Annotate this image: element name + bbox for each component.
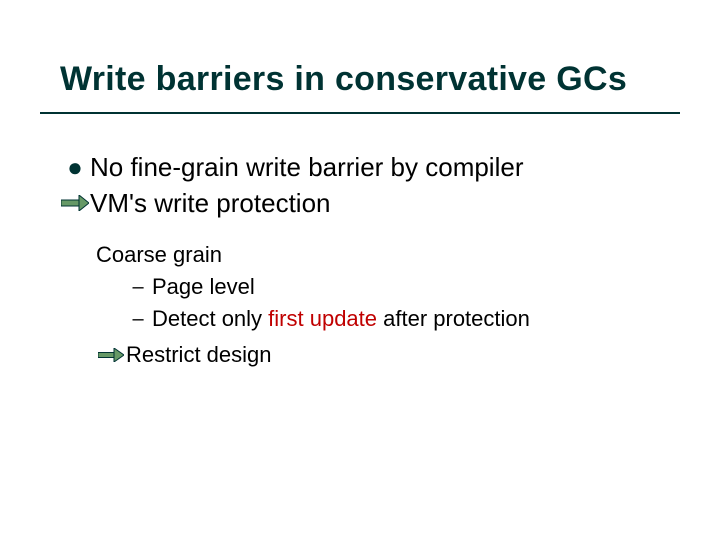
bullet-text: No fine-grain write barrier by compiler bbox=[90, 150, 523, 184]
bullet-line-1: ● No fine-grain write barrier by compile… bbox=[60, 150, 660, 184]
dash-text: Detect only first update after protectio… bbox=[152, 304, 530, 334]
highlight-text: first update bbox=[268, 306, 377, 331]
sub-line-1: Coarse grain bbox=[60, 240, 660, 270]
text-part: Detect only bbox=[152, 306, 268, 331]
dash-icon: – bbox=[124, 304, 152, 334]
arrow-icon bbox=[96, 340, 126, 370]
dash-line-2: – Detect only first update after protect… bbox=[60, 304, 660, 334]
arrow-line-1: VM's write protection bbox=[60, 186, 660, 220]
slide: Write barriers in conservative GCs ● No … bbox=[0, 0, 720, 540]
text-part: after protection bbox=[377, 306, 530, 331]
slide-content: ● No fine-grain write barrier by compile… bbox=[60, 150, 660, 372]
dash-line-1: – Page level bbox=[60, 272, 660, 302]
sub-text: Coarse grain bbox=[96, 240, 222, 270]
bullet-dot-icon: ● bbox=[60, 150, 90, 184]
dash-text: Page level bbox=[152, 272, 255, 302]
spacer bbox=[60, 222, 660, 240]
arrow-text: VM's write protection bbox=[90, 186, 331, 220]
arrow-icon bbox=[60, 186, 90, 220]
slide-title: Write barriers in conservative GCs bbox=[60, 60, 627, 99]
dash-icon: – bbox=[124, 272, 152, 302]
arrow-text: Restrict design bbox=[126, 340, 272, 370]
title-underline bbox=[40, 112, 680, 114]
arrow-line-2: Restrict design bbox=[60, 340, 660, 370]
